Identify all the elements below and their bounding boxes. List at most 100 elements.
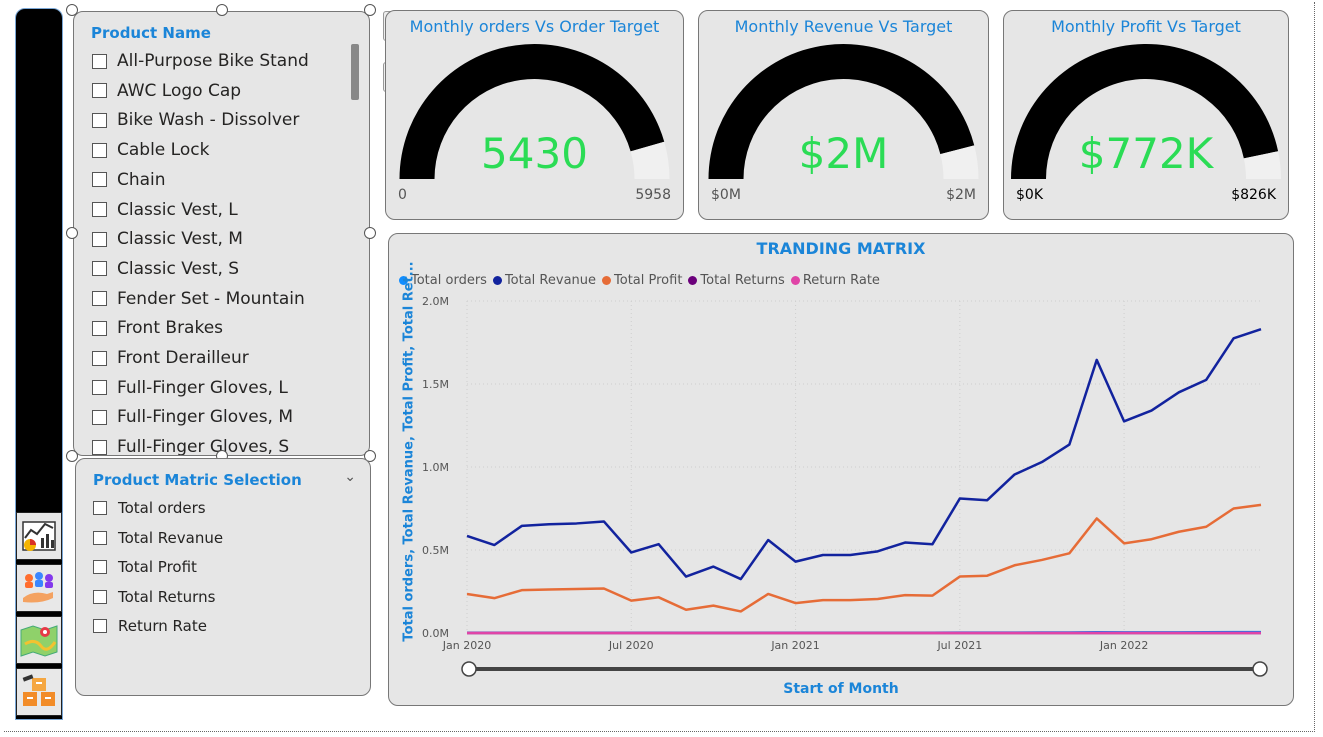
slicer-item[interactable]: Full-Finger Gloves, L: [92, 377, 288, 399]
matric-item[interactable]: Total Returns: [93, 588, 215, 606]
checkbox[interactable]: [92, 142, 107, 158]
slicer-item-label: Full-Finger Gloves, S: [117, 437, 290, 456]
checkbox[interactable]: [92, 439, 107, 455]
trend-chart-icon[interactable]: [16, 512, 62, 560]
navigation-bar: [15, 8, 63, 720]
slicer-item-label: Chain: [117, 169, 166, 190]
map-icon[interactable]: [16, 616, 62, 664]
slicer-item[interactable]: Full-Finger Gloves, M: [92, 406, 293, 428]
checkbox[interactable]: [93, 589, 107, 604]
slicer-item[interactable]: Classic Vest, S: [92, 258, 239, 280]
resize-handle[interactable]: [66, 227, 78, 239]
matric-item-label: Total orders: [118, 499, 206, 517]
matric-item[interactable]: Total orders: [93, 499, 206, 517]
resize-handle[interactable]: [66, 450, 78, 462]
slicer-item-label: Classic Vest, L: [117, 199, 238, 220]
slicer-item-label: All-Purpose Bike Stand: [117, 51, 309, 71]
resize-handle[interactable]: [66, 4, 78, 16]
matric-item[interactable]: Return Rate: [93, 617, 207, 635]
slicer-item[interactable]: Classic Vest, M: [92, 228, 243, 250]
slider-start-handle[interactable]: [461, 661, 477, 677]
checkbox[interactable]: [92, 83, 107, 99]
checkbox[interactable]: [92, 291, 107, 307]
chevron-down-icon[interactable]: ⌄: [344, 469, 356, 485]
gauge-max: $826K: [1231, 187, 1276, 203]
slider-end-handle[interactable]: [1252, 661, 1268, 677]
trending-matrix-card: TRANDING MATRIX Total orders Total Revanu…: [388, 233, 1294, 706]
matric-item-label: Total Revanue: [118, 528, 224, 547]
gauge-min: $0K: [1016, 187, 1043, 203]
resize-handle[interactable]: [364, 4, 376, 16]
series-line[interactable]: [466, 503, 1262, 613]
slicer-item[interactable]: AWC Logo Cap: [92, 80, 241, 102]
slicer-item-label: Classic Vest, S: [117, 258, 240, 279]
checkbox[interactable]: [92, 231, 107, 247]
profit-gauge-card: Monthly Profit Vs Target $772K $0K $826K: [1003, 10, 1289, 220]
checkbox[interactable]: [92, 350, 107, 366]
gauge-arc: [1011, 44, 1281, 179]
resize-handle[interactable]: [364, 227, 376, 239]
slicer-item-label: Full-Finger Gloves, L: [117, 377, 288, 398]
matric-item[interactable]: Total Revanue: [93, 529, 223, 547]
matric-item[interactable]: Total Profit: [93, 558, 197, 576]
slicer-item[interactable]: Chain: [92, 169, 166, 191]
slicer-item-label: Front Brakes: [117, 318, 224, 339]
gauge-arc: [399, 44, 670, 179]
checkbox[interactable]: [92, 112, 107, 128]
slicer-item[interactable]: Classic Vest, L: [92, 199, 238, 221]
orders-gauge-card: Monthly orders Vs Order Target 5430 0 5958: [385, 10, 684, 220]
slicer-item[interactable]: Front Brakes: [92, 317, 223, 339]
y-axis-title: Total orders, Total Revanue, Total Profi…: [401, 261, 417, 642]
slicer-title: Product Name: [91, 24, 211, 42]
resize-handle[interactable]: [216, 4, 228, 16]
slicer-item-label: Fender Set - Mountain: [117, 288, 305, 309]
product-name-slicer: Product Name All-Purpose Bike Stand AWC L…: [73, 11, 370, 456]
x-tick-label: Jul 2021: [936, 639, 982, 652]
products-icon[interactable]: [16, 668, 62, 716]
y-tick-label: 0.5M: [422, 544, 449, 557]
gauge-value: 5430: [481, 129, 588, 178]
checkbox[interactable]: [92, 53, 107, 69]
checkbox[interactable]: [92, 320, 107, 336]
slicer-item[interactable]: All-Purpose Bike Stand: [92, 50, 309, 72]
checkbox[interactable]: [93, 501, 107, 515]
scrollbar-thumb[interactable]: [351, 44, 359, 100]
checkbox[interactable]: [92, 172, 107, 188]
slicer-item-label: Cable Lock: [117, 140, 210, 161]
slicer-item[interactable]: Full-Finger Gloves, S: [92, 436, 290, 456]
slicer-item-label: Full-Finger Gloves, M: [117, 407, 294, 428]
x-tick-label: Jan 2020: [442, 639, 491, 652]
y-tick-label: 1.0M: [422, 461, 449, 474]
gauge-min: 0: [398, 187, 407, 203]
slicer-title: Product Matric Selection: [93, 471, 302, 489]
slicer-item[interactable]: Cable Lock: [92, 139, 209, 161]
checkbox[interactable]: [92, 261, 107, 277]
gauge-arc: [708, 43, 979, 179]
slicer-item[interactable]: Fender Set - Mountain: [92, 288, 305, 310]
matric-item-label: Total Returns: [118, 587, 216, 606]
checkbox[interactable]: [92, 202, 107, 217]
y-tick-label: 2.0M: [422, 295, 449, 308]
slicer-item-label: Bike Wash - Dissolver: [117, 110, 300, 131]
matric-item-label: Total Profit: [118, 558, 197, 576]
gauge-max: 5958: [635, 187, 671, 203]
customers-icon[interactable]: [16, 564, 62, 612]
slicer-item[interactable]: Bike Wash - Dissolver: [92, 109, 299, 131]
slicer-item-label: AWC Logo Cap: [117, 80, 242, 101]
checkbox[interactable]: [92, 409, 107, 425]
revenue-gauge-card: Monthly Revenue Vs Target $2M $0M $2M: [698, 10, 989, 220]
x-tick-label: Jul 2020: [608, 639, 654, 652]
x-tick-label: Jan 2021: [770, 639, 819, 652]
matric-selection-slicer: Product Matric Selection ⌄ Total orders T…: [75, 458, 371, 696]
gauge-value: $2M: [798, 129, 889, 178]
x-axis-title: Start of Month: [783, 681, 899, 697]
checkbox[interactable]: [93, 530, 107, 545]
checkbox[interactable]: [93, 560, 107, 574]
line-chart: 0.0M0.5M1.0M1.5M2.0MJan 2020 Jul 2020 Jan …: [422, 295, 1268, 677]
checkbox[interactable]: [92, 380, 107, 396]
x-tick-label: Jan 2022: [1099, 639, 1148, 652]
gauge-value: $772K: [1078, 129, 1214, 178]
slicer-item[interactable]: Front Derailleur: [92, 347, 249, 369]
checkbox[interactable]: [93, 619, 107, 633]
slicer-item-label: Front Derailleur: [117, 348, 249, 368]
